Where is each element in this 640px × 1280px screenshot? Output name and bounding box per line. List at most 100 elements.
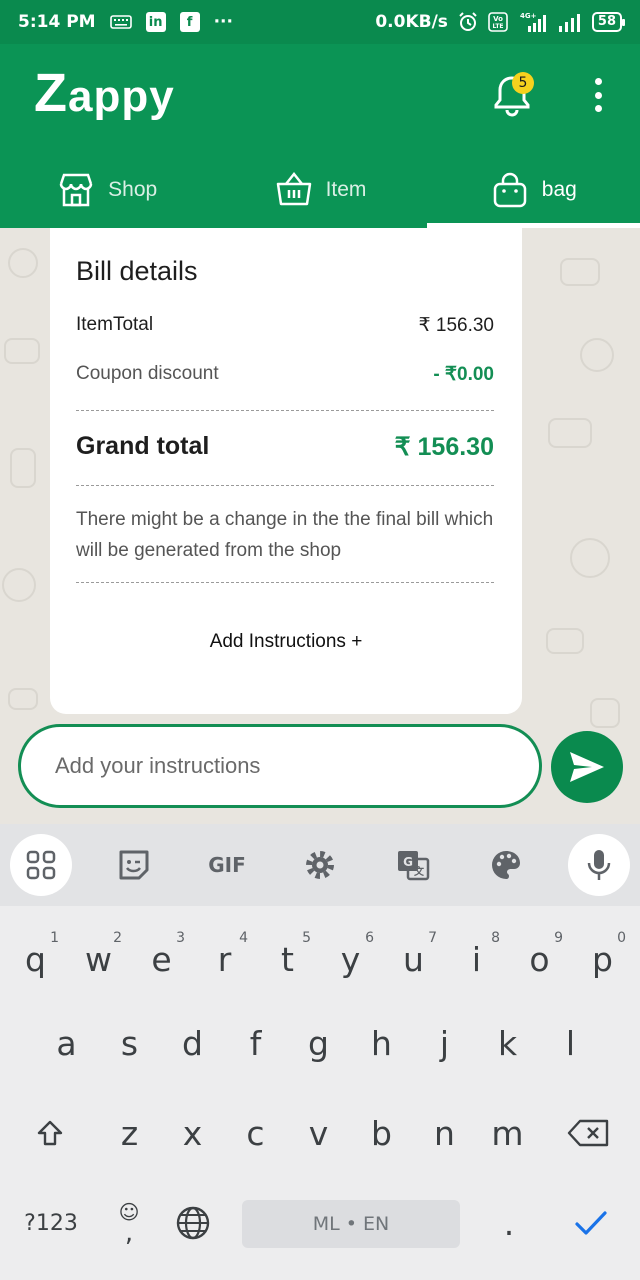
- item-total-value: ₹ 156.30: [418, 315, 494, 336]
- notification-button[interactable]: 5: [490, 72, 534, 118]
- grand-total-label: Grand total: [76, 432, 210, 460]
- shift-key[interactable]: [10, 1088, 90, 1178]
- tab-shop-label: Shop: [108, 178, 158, 201]
- key-n[interactable]: n: [413, 1088, 476, 1178]
- palette-icon: [492, 851, 520, 879]
- key-j[interactable]: j: [413, 998, 476, 1088]
- signal-icon-1: 4G+: [518, 11, 548, 33]
- divider: [76, 410, 494, 411]
- alarm-icon: [458, 12, 478, 32]
- coupon-discount-row: Coupon discount - ₹0.00: [76, 363, 494, 386]
- apps-button[interactable]: [10, 834, 72, 896]
- enter-key[interactable]: [556, 1178, 626, 1268]
- key-s[interactable]: s: [98, 998, 161, 1088]
- keyboard-icon: [109, 15, 132, 29]
- status-bar: 5:14 PM in f ··· 0.0KB/s Vo LTE 4G+ 58: [0, 0, 640, 44]
- apps-icon: [26, 850, 56, 880]
- keyboard: q1 w2 e3 r4 t5 y6 u7 i8 o9 p0 a s d f g …: [0, 906, 640, 1280]
- zappy-logo: Zappy: [34, 63, 175, 123]
- key-f[interactable]: f: [224, 998, 287, 1088]
- bill-details-card: Bill details ItemTotal ₹ 156.30 Coupon d…: [50, 228, 522, 714]
- key-e[interactable]: e3: [130, 914, 193, 1004]
- sticker-icon: [119, 850, 149, 880]
- notification-badge: 5: [512, 72, 534, 94]
- key-d[interactable]: d: [161, 998, 224, 1088]
- emoji-comma-key[interactable]: ☺ ,: [100, 1178, 158, 1268]
- instructions-input-container: [18, 724, 542, 808]
- tab-bar: Shop Item bag: [0, 152, 640, 228]
- gif-button[interactable]: GIF: [196, 834, 258, 896]
- key-b[interactable]: b: [350, 1088, 413, 1178]
- add-instructions-button[interactable]: Add Instructions +: [50, 631, 522, 653]
- translate-icon: G 文: [398, 851, 430, 881]
- battery-indicator: 58: [591, 12, 626, 32]
- tab-shop[interactable]: Shop: [0, 152, 213, 228]
- key-z[interactable]: z: [98, 1088, 161, 1178]
- item-total-row: ItemTotal ₹ 156.30: [76, 314, 494, 337]
- bill-change-note: There might be a change in the the final…: [76, 509, 494, 561]
- key-m[interactable]: m: [476, 1088, 539, 1178]
- space-bar[interactable]: ML • EN: [242, 1200, 460, 1248]
- send-icon: [570, 752, 604, 782]
- grand-total-value: ₹ 156.30: [394, 433, 494, 461]
- symbols-key[interactable]: ?123: [6, 1178, 96, 1268]
- key-c[interactable]: c: [224, 1088, 287, 1178]
- key-p[interactable]: p0: [571, 914, 634, 1004]
- key-q[interactable]: q1: [4, 914, 67, 1004]
- key-a[interactable]: a: [35, 998, 98, 1088]
- translate-button[interactable]: G 文: [382, 834, 444, 896]
- status-time: 5:14 PM: [18, 12, 96, 32]
- key-y[interactable]: y6: [319, 914, 382, 1004]
- key-k[interactable]: k: [476, 998, 539, 1088]
- volte-icon: Vo LTE: [488, 12, 508, 32]
- key-v[interactable]: v: [287, 1088, 350, 1178]
- key-h[interactable]: h: [350, 998, 413, 1088]
- key-x[interactable]: x: [161, 1088, 224, 1178]
- voice-input-button[interactable]: [568, 834, 630, 896]
- coupon-discount-value: - ₹0.00: [433, 364, 494, 385]
- key-u[interactable]: u7: [382, 914, 445, 1004]
- tab-bag[interactable]: bag: [426, 152, 640, 228]
- overflow-menu-button[interactable]: [588, 78, 608, 112]
- mic-icon: [587, 850, 611, 880]
- instructions-input[interactable]: [55, 753, 515, 779]
- svg-text:文: 文: [414, 865, 425, 878]
- theme-button[interactable]: [475, 834, 537, 896]
- language-key[interactable]: [162, 1178, 224, 1268]
- keyboard-row-2: a s d f g h j k l: [0, 998, 640, 1088]
- svg-text:Vo: Vo: [493, 15, 503, 23]
- linkedin-icon: in: [145, 12, 166, 32]
- grand-total-row: Grand total ₹ 156.30: [76, 432, 494, 462]
- dot: [594, 78, 602, 85]
- keyboard-settings-button[interactable]: [289, 834, 351, 896]
- key-g[interactable]: g: [287, 998, 350, 1088]
- key-o[interactable]: o9: [508, 914, 571, 1004]
- signal-icon-2: [558, 11, 582, 33]
- key-r[interactable]: r4: [193, 914, 256, 1004]
- app-bar: Zappy 5 Shop Item bag: [0, 44, 640, 228]
- sticker-button[interactable]: [103, 834, 165, 896]
- key-w[interactable]: w2: [67, 914, 130, 1004]
- keyboard-row-1: q1 w2 e3 r4 t5 y6 u7 i8 o9 p0: [0, 914, 640, 1004]
- divider: [76, 485, 494, 486]
- svg-text:LTE: LTE: [492, 23, 503, 30]
- tab-item[interactable]: Item: [213, 152, 426, 228]
- keyboard-toolbar: GIF G 文: [0, 824, 640, 906]
- bag-icon: [493, 172, 527, 208]
- period-key[interactable]: .: [478, 1178, 540, 1268]
- backspace-key[interactable]: [548, 1088, 628, 1178]
- keyboard-row-4: ?123 ☺ , ML • EN .: [0, 1178, 640, 1268]
- key-i[interactable]: i8: [445, 914, 508, 1004]
- more-notifications-icon: ···: [213, 12, 233, 32]
- svg-text:4G+: 4G+: [520, 12, 537, 20]
- key-t[interactable]: t5: [256, 914, 319, 1004]
- basket-icon: [276, 171, 311, 206]
- keyboard-row-3: z x c v b n m: [0, 1088, 640, 1178]
- globe-icon: [176, 1206, 210, 1240]
- item-total-label: ItemTotal: [76, 314, 154, 335]
- send-button[interactable]: [551, 731, 623, 803]
- key-l[interactable]: l: [539, 998, 602, 1088]
- bill-details-title: Bill details: [76, 256, 198, 286]
- facebook-icon: f: [179, 12, 200, 32]
- coupon-discount-label: Coupon discount: [76, 363, 219, 384]
